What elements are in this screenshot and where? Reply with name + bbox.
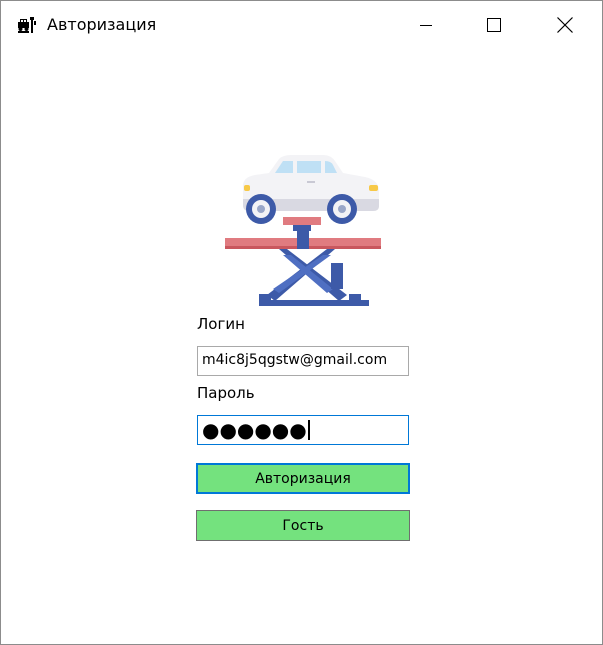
password-masked-value: ●●●●●●	[202, 418, 307, 442]
minimize-button[interactable]	[403, 1, 449, 49]
title-bar[interactable]: Авторизация	[1, 1, 602, 49]
car-lift-icon	[225, 155, 381, 306]
car-service-icon	[18, 17, 36, 33]
guest-button[interactable]: Гость	[196, 510, 410, 541]
close-button[interactable]	[542, 1, 588, 49]
password-label: Пароль	[197, 384, 255, 402]
login-window: Авторизация Логин m4ic8j5qgstw@gmail.com…	[0, 0, 603, 645]
window-title: Авторизация	[47, 15, 157, 34]
text-caret	[307, 420, 310, 440]
minimize-icon	[420, 25, 432, 26]
close-icon	[557, 17, 573, 33]
password-field[interactable]: ●●●●●●	[197, 415, 409, 445]
maximize-button[interactable]	[471, 1, 517, 49]
login-field[interactable]: m4ic8j5qgstw@gmail.com	[197, 346, 409, 376]
maximize-icon	[487, 18, 501, 32]
login-button[interactable]: Авторизация	[196, 463, 410, 494]
login-label: Логин	[197, 315, 245, 333]
